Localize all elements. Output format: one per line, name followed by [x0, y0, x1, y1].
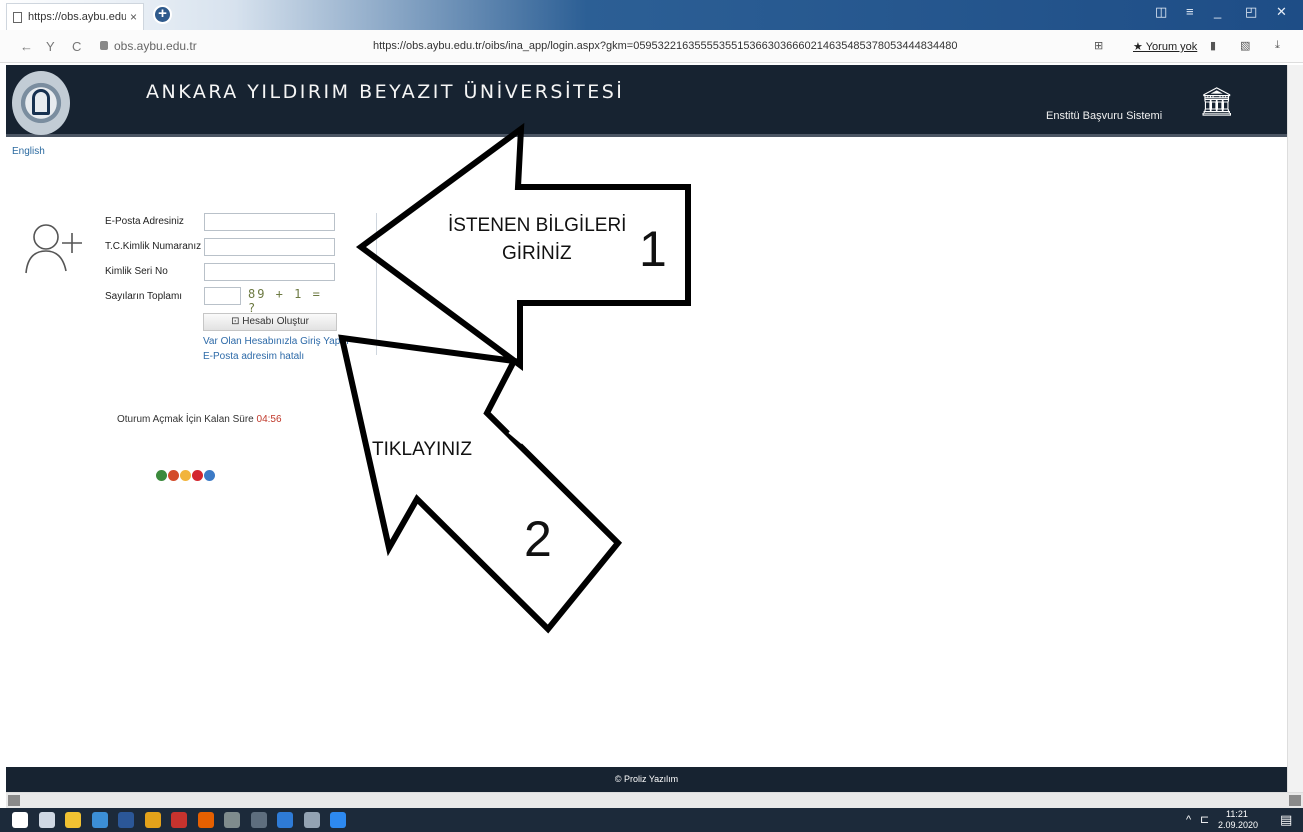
scroll-left-icon[interactable] [8, 795, 20, 806]
reading-icon[interactable]: ◫ [1155, 4, 1167, 20]
task-view-icon[interactable] [38, 812, 55, 828]
tc-id-label: T.C.Kimlik Numaranız [105, 241, 202, 252]
browser-icon-5 [204, 470, 215, 481]
yandex-icon[interactable] [171, 812, 187, 828]
translate-icon[interactable]: ⊞ [1094, 39, 1103, 52]
arrow-1-number: 1 [639, 221, 667, 277]
site-header: ANKARA YILDIRIM BEYAZIT ÜNİVERSİTESİ Ens… [6, 65, 1287, 137]
review-link[interactable]: ★ Yorum yok [1133, 40, 1197, 53]
network-icon[interactable]: ⊏ [1200, 813, 1209, 826]
edge-icon[interactable] [91, 812, 108, 828]
arrow-2-gap [508, 426, 527, 445]
browser-icon-4 [192, 470, 203, 481]
calculator-icon[interactable] [250, 812, 267, 828]
drop-icon[interactable] [277, 812, 293, 828]
captcha-answer-field[interactable] [204, 287, 241, 305]
tab-title: https://obs.aybu.edu.tr/ [28, 11, 126, 23]
browser-tab[interactable]: https://obs.aybu.edu.tr/ × [6, 3, 144, 30]
windows-start-icon[interactable] [12, 812, 28, 828]
title-bar: https://obs.aybu.edu.tr/ × + ◫ ≡ _ ◰ ✕ [0, 0, 1303, 30]
email-label: E-Posta Adresiniz [105, 216, 184, 227]
lock-icon [100, 41, 108, 50]
windows-taskbar: ^ ⊏ 11:21 2.09.2020 ▤ [0, 808, 1303, 832]
arrow-2-shape [338, 334, 623, 634]
app-icon[interactable] [224, 812, 240, 828]
email-error-link[interactable]: E-Posta adresim hatalı [203, 351, 304, 362]
restore-icon[interactable]: ◰ [1245, 4, 1257, 20]
domain-text: obs.aybu.edu.tr [114, 39, 197, 53]
firefox-icon[interactable] [197, 812, 214, 828]
system-name: Enstitü Başvuru Sistemi [1046, 110, 1163, 122]
url-text[interactable]: https://obs.aybu.edu.tr/oibs/ina_app/log… [373, 40, 957, 52]
site-footer: © Proliz Yazılım [6, 767, 1287, 792]
logo-emblem [32, 89, 50, 115]
add-user-icon [25, 224, 82, 274]
scroll-right-icon[interactable] [1289, 795, 1301, 806]
browser-window: https://obs.aybu.edu.tr/ × + ◫ ≡ _ ◰ ✕ ←… [0, 0, 1303, 832]
arrow-1-text-line-1: İSTENEN BİLGİLERİ [448, 215, 627, 236]
clock-date[interactable]: 2.09.2020 [1218, 820, 1258, 830]
settings-icon[interactable] [303, 812, 320, 828]
create-account-button[interactable]: ⊡ Hesabı Oluştur [203, 313, 337, 331]
minimize-icon[interactable]: _ [1214, 4, 1221, 19]
supported-browsers [156, 470, 215, 481]
timer-label: Oturum Açmak İçin Kalan Süre [117, 414, 254, 425]
menu-icon[interactable]: ≡ [1186, 4, 1194, 19]
address-bar: ← Y C obs.aybu.edu.tr https://obs.aybu.e… [0, 30, 1303, 63]
arrow-1-text-line-2: GİRİNİZ [502, 243, 572, 264]
browser-icon-1 [156, 470, 167, 481]
tc-id-field[interactable] [204, 238, 335, 256]
page-content: ANKARA YILDIRIM BEYAZIT ÜNİVERSİTESİ Ens… [6, 65, 1287, 792]
browser-icon-2 [168, 470, 179, 481]
timer-countdown: 04:56 [256, 414, 282, 425]
close-tab-icon[interactable]: × [130, 10, 137, 24]
university-logo [12, 71, 70, 135]
close-window-icon[interactable]: ✕ [1276, 4, 1287, 20]
session-timer: Oturum Açmak İçin Kalan Süre 04:56 [117, 414, 282, 425]
university-name: ANKARA YILDIRIM BEYAZIT ÜNİVERSİTESİ [146, 81, 625, 103]
create-account-label: Hesabı Oluştur [242, 316, 309, 327]
id-serial-label: Kimlik Seri No [105, 266, 168, 277]
new-tab-button[interactable]: + [153, 5, 172, 24]
page-icon [13, 11, 22, 23]
clock-time[interactable]: 11:21 [1226, 809, 1248, 819]
download-icon[interactable]: ⤓ [1275, 39, 1280, 52]
captcha-image: 89 + 1 = ? [248, 287, 322, 315]
file-explorer-icon[interactable] [65, 812, 81, 828]
arrow-2-number: 2 [524, 511, 552, 567]
notifications-icon[interactable]: ▤ [1280, 812, 1292, 828]
photos-icon[interactable] [330, 812, 346, 828]
word-icon[interactable] [118, 812, 134, 828]
arrow-2-text: TIKLAYINIZ [372, 439, 472, 460]
browser-icon-3 [180, 470, 191, 481]
form-divider [376, 213, 377, 355]
forward-icon[interactable]: Y [46, 39, 55, 54]
institution-icon: 🏛 [1199, 86, 1235, 117]
language-link[interactable]: English [12, 146, 45, 157]
sum-label: Sayıların Toplamı [105, 291, 183, 302]
login-link[interactable]: Var Olan Hesabınızla Giriş Yapın [203, 336, 349, 347]
chrome-icon[interactable] [144, 812, 161, 828]
vertical-scrollbar[interactable] [1287, 65, 1303, 792]
annotation-layer [338, 122, 691, 634]
email-field[interactable] [204, 213, 335, 231]
back-icon[interactable]: ← [20, 39, 33, 54]
id-serial-field[interactable] [204, 263, 335, 281]
bookmark-icon[interactable]: ▮ [1210, 39, 1216, 52]
tray-chevron-icon[interactable]: ^ [1186, 814, 1191, 826]
horizontal-scrollbar[interactable] [6, 792, 1303, 808]
domain-display[interactable]: obs.aybu.edu.tr [100, 39, 197, 53]
collections-icon[interactable]: ▧ [1240, 39, 1250, 52]
refresh-icon[interactable]: C [72, 39, 81, 54]
user-add-icon: ⊡ [231, 316, 240, 327]
